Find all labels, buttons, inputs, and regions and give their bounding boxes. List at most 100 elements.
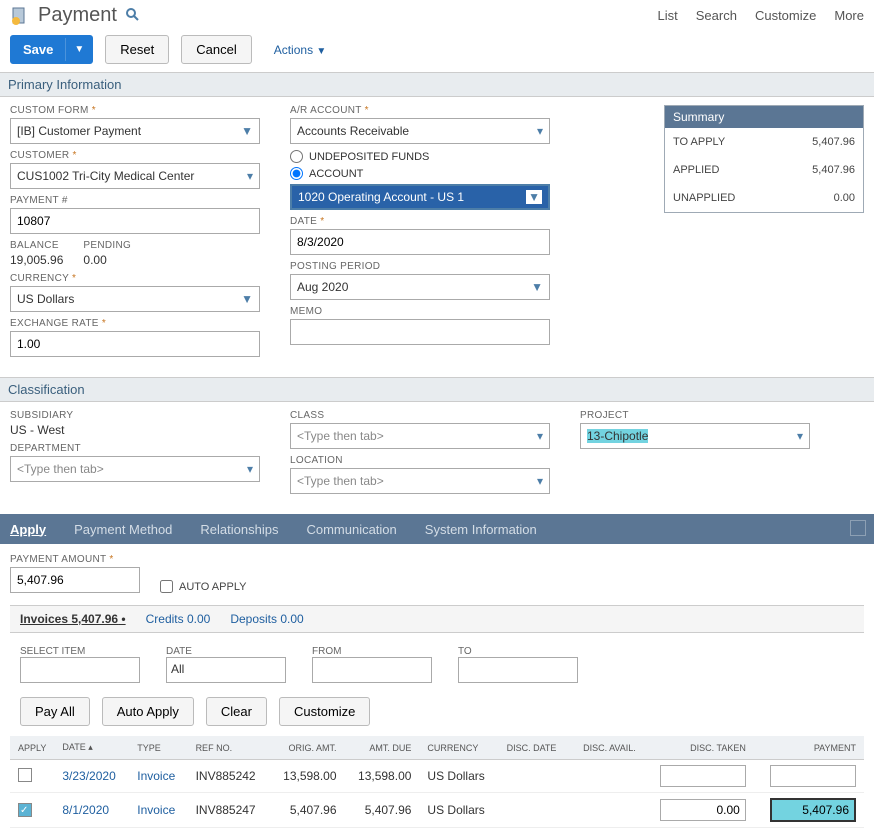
ar-account-select[interactable]: Accounts Receivable▾	[290, 118, 550, 144]
payment-input[interactable]	[770, 798, 856, 822]
subtab-deposits[interactable]: Deposits 0.00	[230, 612, 303, 626]
to-apply-value: 5,407.96	[812, 136, 855, 148]
tab-payment-method[interactable]: Payment Method	[74, 522, 172, 537]
link-search[interactable]: Search	[696, 8, 737, 23]
tab-relationships[interactable]: Relationships	[200, 522, 278, 537]
filter-date-label: DATE	[166, 646, 192, 657]
disc-taken-input[interactable]	[660, 799, 746, 821]
exchange-rate-input[interactable]	[10, 331, 260, 357]
chevron-down-icon: ▾	[537, 474, 543, 488]
primary-form: CUSTOM FORM * [IB] Customer Payment▼ CUS…	[0, 97, 874, 377]
row-curr: US Dollars	[419, 760, 498, 793]
class-select[interactable]: <Type then tab>▾	[290, 423, 550, 449]
project-label: PROJECT	[580, 410, 810, 421]
project-select[interactable]: 13-Chipotle▾	[580, 423, 810, 449]
row-ref: INV885242	[188, 760, 270, 793]
row-curr: US Dollars	[419, 793, 498, 828]
customer-label: CUSTOMER	[10, 150, 69, 161]
save-button[interactable]: Save ▼	[10, 35, 93, 64]
filter-to-label: TO	[458, 646, 472, 657]
apply-checkbox[interactable]	[18, 803, 32, 817]
subsidiary-label: SUBSIDIARY	[10, 410, 260, 421]
disc-taken-input[interactable]	[660, 765, 746, 787]
reset-button[interactable]: Reset	[105, 35, 169, 64]
custom-form-select[interactable]: [IB] Customer Payment▼	[10, 118, 260, 144]
auto-apply-checkbox[interactable]	[160, 580, 173, 593]
row-ref: INV885247	[188, 793, 270, 828]
to-apply-label: TO APPLY	[673, 136, 725, 148]
classification-section-header: Classification	[0, 377, 874, 402]
select-item-input[interactable]	[20, 657, 140, 683]
apply-tab-content: PAYMENT AMOUNT * AUTO APPLY Invoices 5,4…	[0, 544, 874, 838]
customer-select[interactable]: CUS1002 Tri-City Medical Center▾	[10, 163, 260, 189]
row-date[interactable]: 3/23/2020	[54, 760, 129, 793]
payment-no-input[interactable]	[10, 208, 260, 234]
row-discdate	[499, 793, 570, 828]
class-label: CLASS	[290, 410, 550, 421]
link-customize[interactable]: Customize	[755, 8, 816, 23]
col-date[interactable]: DATE ▴	[54, 736, 129, 760]
col-discdate: DISC. DATE	[499, 736, 570, 760]
chevron-down-icon: ▾	[247, 169, 253, 183]
cancel-button[interactable]: Cancel	[181, 35, 251, 64]
unapplied-value: 0.00	[834, 192, 855, 204]
tab-communication[interactable]: Communication	[306, 522, 396, 537]
auto-apply-button[interactable]: Auto Apply	[102, 697, 194, 726]
currency-select[interactable]: US Dollars▼	[10, 286, 260, 312]
subtab-invoices[interactable]: Invoices 5,407.96 •	[20, 612, 126, 626]
chevron-down-icon: ▾	[537, 124, 543, 138]
department-select[interactable]: <Type then tab>▾	[10, 456, 260, 482]
filter-from-input[interactable]	[312, 657, 432, 683]
undeposited-label: UNDEPOSITED FUNDS	[309, 151, 429, 163]
payment-input[interactable]	[770, 765, 856, 787]
col-curr: CURRENCY	[419, 736, 498, 760]
payment-icon	[10, 6, 30, 26]
date-input[interactable]	[290, 229, 550, 255]
row-type[interactable]: Invoice	[129, 760, 187, 793]
row-type[interactable]: Invoice	[129, 793, 187, 828]
search-icon[interactable]	[125, 7, 139, 24]
account-radio[interactable]	[290, 167, 303, 180]
subtab-credits[interactable]: Credits 0.00	[146, 612, 211, 626]
classification-form: SUBSIDIARYUS - West DEPARTMENT <Type the…	[0, 402, 874, 514]
tab-system-info[interactable]: System Information	[425, 522, 537, 537]
filter-date-input[interactable]: All	[166, 657, 286, 683]
memo-input[interactable]	[290, 319, 550, 345]
apply-subtabs: Invoices 5,407.96 • Credits 0.00 Deposit…	[10, 605, 864, 633]
tab-apply[interactable]: Apply	[10, 522, 46, 537]
posting-select[interactable]: Aug 2020▼	[290, 274, 550, 300]
posting-label: POSTING PERIOD	[290, 261, 550, 272]
filter-to-input[interactable]	[458, 657, 578, 683]
memo-label: MEMO	[290, 306, 550, 317]
apply-checkbox[interactable]	[18, 768, 32, 782]
col-apply: APPLY	[10, 736, 54, 760]
save-dropdown-caret[interactable]: ▼	[65, 38, 92, 61]
payment-amount-input[interactable]	[10, 567, 140, 593]
main-tabs: Apply Payment Method Relationships Commu…	[0, 514, 874, 544]
location-select[interactable]: <Type then tab>▾	[290, 468, 550, 494]
pay-all-button[interactable]: Pay All	[20, 697, 90, 726]
account-select[interactable]: 1020 Operating Account - US 1▼	[290, 184, 550, 210]
col-due: AMT. DUE	[345, 736, 420, 760]
row-date[interactable]: 8/1/2020	[54, 793, 129, 828]
customize-button[interactable]: Customize	[279, 697, 370, 726]
col-payment: PAYMENT	[754, 736, 864, 760]
col-orig: ORIG. AMT.	[270, 736, 345, 760]
tab-menu-icon[interactable]	[850, 520, 866, 536]
undeposited-radio[interactable]	[290, 150, 303, 163]
pending-label: PENDING	[83, 240, 131, 251]
payment-no-label: PAYMENT #	[10, 195, 260, 206]
actions-menu[interactable]: Actions ▼	[274, 43, 327, 57]
unapplied-label: UNAPPLIED	[673, 192, 735, 204]
clear-button[interactable]: Clear	[206, 697, 267, 726]
currency-label: CURRENCY	[10, 273, 69, 284]
link-more[interactable]: More	[834, 8, 864, 23]
department-label: DEPARTMENT	[10, 443, 260, 454]
select-item-label: SELECT ITEM	[20, 646, 85, 657]
date-label: DATE	[290, 216, 317, 227]
link-list[interactable]: List	[658, 8, 678, 23]
toolbar: Save ▼ Reset Cancel Actions ▼	[0, 31, 874, 72]
col-disctaken: DISC. TAKEN	[644, 736, 754, 760]
col-refno: REF NO.	[188, 736, 270, 760]
table-row: 3/23/2020 Invoice INV885242 13,598.00 13…	[10, 760, 864, 793]
